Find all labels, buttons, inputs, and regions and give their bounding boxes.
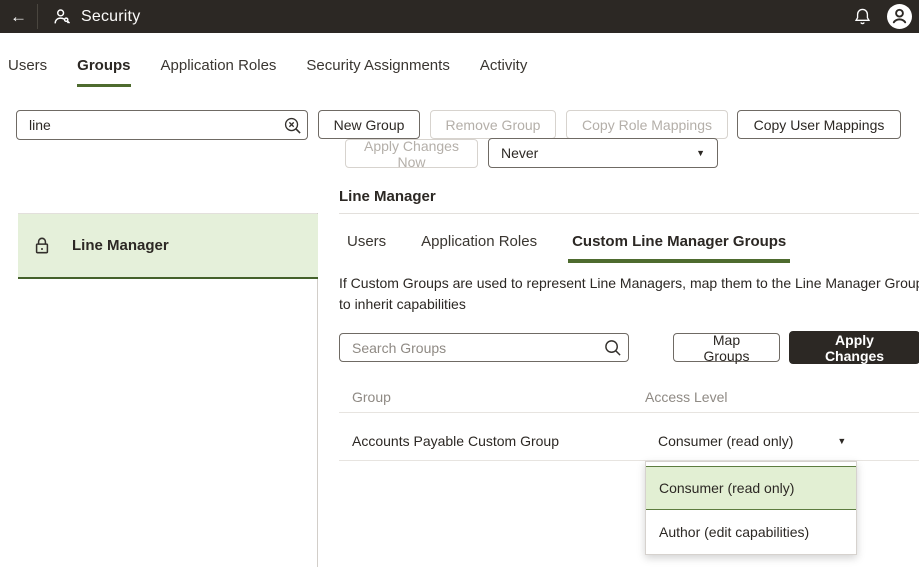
caret-down-icon: ▼ (837, 436, 846, 446)
lock-icon (33, 235, 51, 256)
group-filter-input[interactable] (17, 117, 277, 133)
detail-tab-custom-line-manager-groups[interactable]: Custom Line Manager Groups (572, 231, 786, 263)
user-security-icon (52, 7, 72, 27)
tab-groups[interactable]: Groups (77, 52, 130, 87)
caret-down-icon: ▼ (696, 148, 717, 158)
access-level-dropdown: Consumer (read only) Author (edit capabi… (645, 461, 857, 555)
column-header-group: Group (352, 389, 391, 405)
tab-security-assignments[interactable]: Security Assignments (306, 52, 449, 87)
new-group-button[interactable]: New Group (318, 110, 420, 139)
detail-description: If Custom Groups are used to represent L… (339, 273, 919, 315)
apply-changes-now-button[interactable]: Apply Changes Now (345, 139, 478, 168)
access-level-value: Consumer (read only) (658, 433, 793, 449)
copy-role-mappings-button[interactable]: Copy Role Mappings (566, 110, 728, 139)
apply-changes-button[interactable]: Apply Changes (789, 331, 919, 364)
topbar: ← Security (0, 0, 919, 33)
tab-application-roles[interactable]: Application Roles (161, 52, 277, 87)
access-level-select[interactable]: Consumer (read only) ▼ (658, 433, 846, 449)
remove-group-button[interactable]: Remove Group (430, 110, 556, 139)
detail-tabs: Users Application Roles Custom Line Mana… (347, 231, 786, 263)
groups-searchbox (339, 333, 629, 362)
detail-title: Line Manager (339, 188, 436, 205)
clear-search-icon[interactable] (277, 116, 307, 135)
groups-search-input[interactable] (340, 340, 598, 356)
map-groups-button[interactable]: Map Groups (673, 333, 780, 362)
tab-activity[interactable]: Activity (480, 52, 528, 87)
group-item-label: Line Manager (72, 237, 169, 254)
group-filter-searchbox (16, 110, 308, 140)
group-name-cell: Accounts Payable Custom Group (352, 433, 559, 449)
search-icon (598, 339, 628, 357)
main-tabs: Users Groups Application Roles Security … (8, 52, 527, 87)
copy-user-mappings-button[interactable]: Copy User Mappings (737, 110, 901, 139)
dropdown-option-consumer[interactable]: Consumer (read only) (646, 466, 856, 510)
dropdown-option-author[interactable]: Author (edit capabilities) (646, 510, 856, 554)
back-button[interactable]: ← (0, 0, 37, 33)
table-header-border (339, 412, 919, 413)
detail-title-divider (339, 213, 919, 214)
page-title: Security (81, 8, 140, 26)
back-arrow-icon: ← (10, 7, 27, 27)
apply-schedule-select[interactable]: Never ▼ (488, 138, 718, 168)
security-page: ← Security Users (0, 0, 919, 567)
detail-tab-users[interactable]: Users (347, 231, 386, 263)
group-list-item-line-manager[interactable]: Line Manager (18, 214, 318, 279)
avatar[interactable] (879, 0, 919, 33)
tab-users[interactable]: Users (8, 52, 47, 87)
notifications-icon[interactable] (845, 0, 879, 33)
apply-schedule-value: Never (489, 145, 696, 161)
detail-tab-application-roles[interactable]: Application Roles (421, 231, 537, 263)
topbar-divider (37, 4, 38, 29)
column-header-access-level: Access Level (645, 389, 727, 405)
